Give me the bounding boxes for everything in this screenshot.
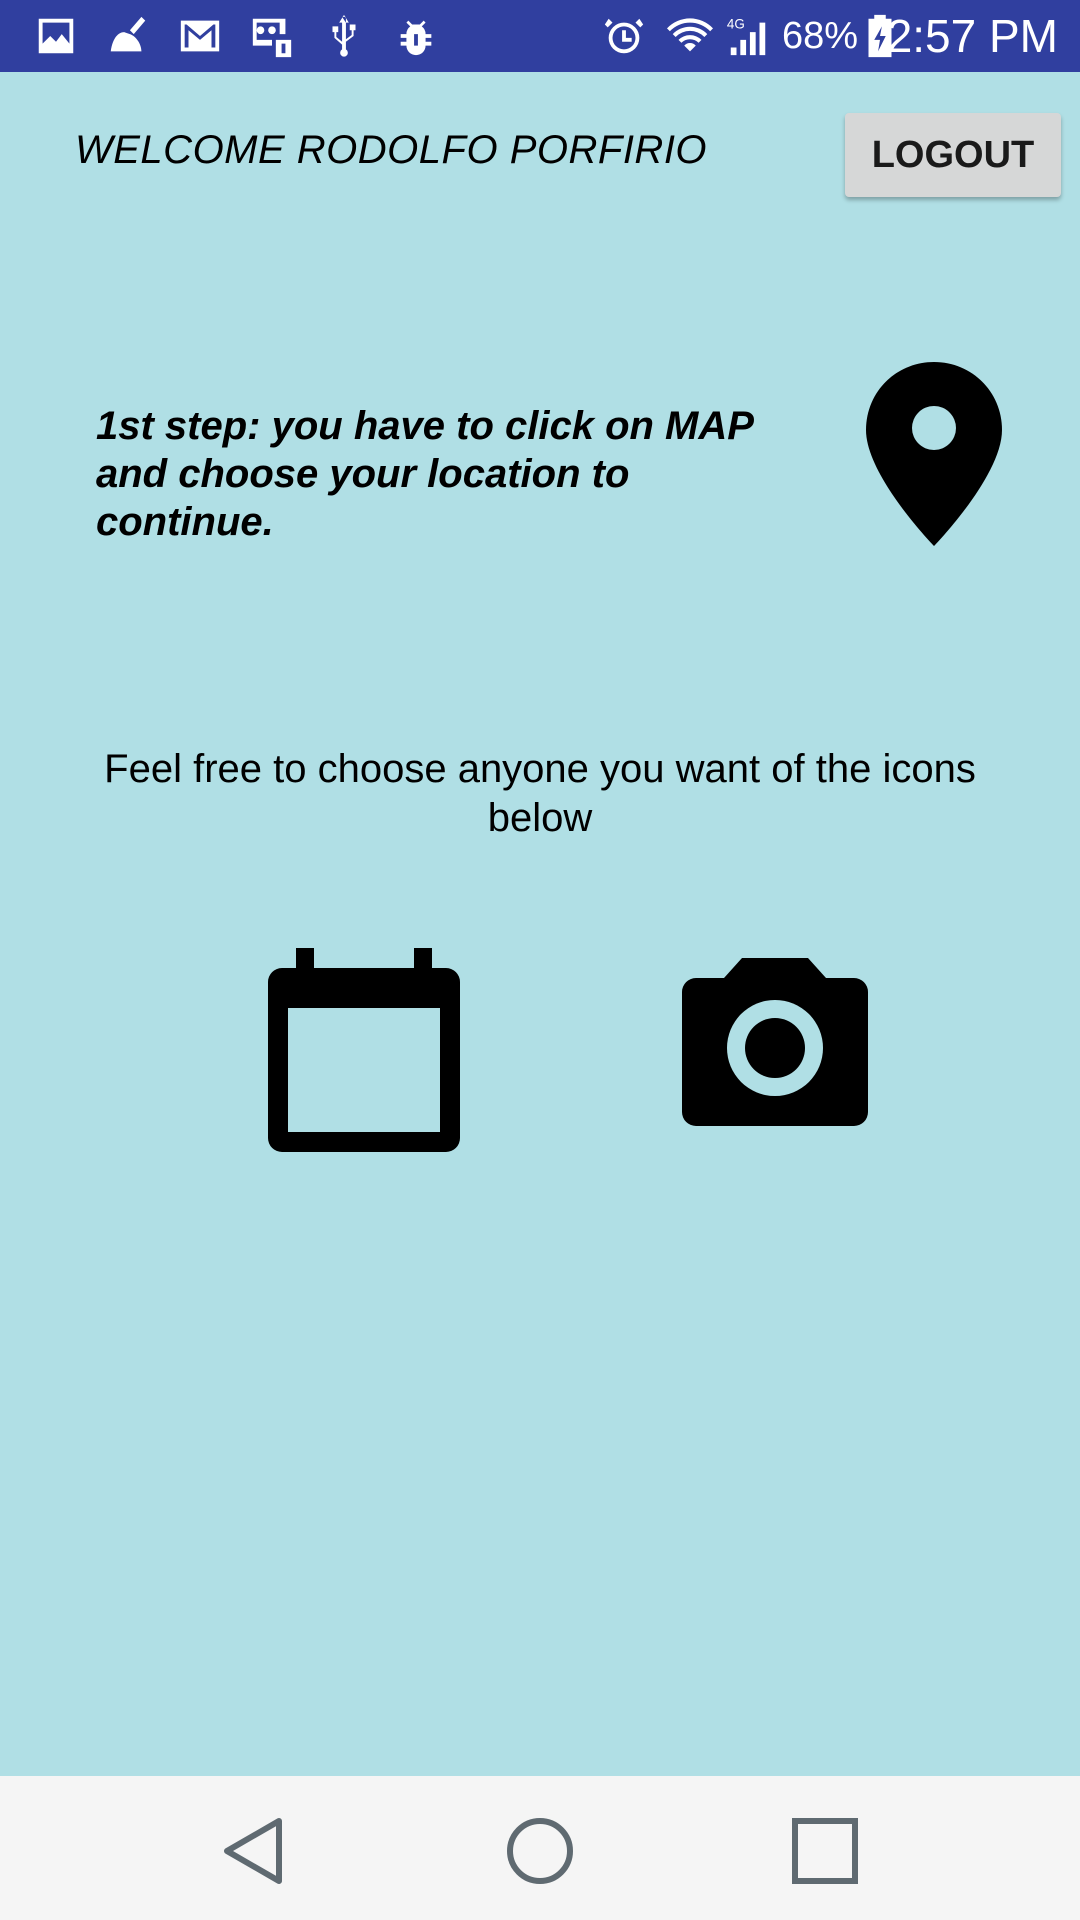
signal-4g-icon: 4G xyxy=(722,10,774,62)
broom-icon xyxy=(102,10,154,62)
back-triangle-icon xyxy=(224,1818,282,1884)
calendar-icon[interactable] xyxy=(268,948,460,1152)
logout-button[interactable]: LOGOUT xyxy=(845,113,1061,197)
clock: 2:57 PM xyxy=(886,10,1058,62)
network-label: 4G xyxy=(727,16,745,31)
gmail-icon xyxy=(174,10,226,62)
battery-percent: 68% xyxy=(782,15,859,57)
camera-icon[interactable] xyxy=(682,958,868,1126)
navigation-bar xyxy=(0,1776,1080,1920)
location-pin-icon[interactable] xyxy=(866,362,1002,546)
step-instruction: 1st step: you have to click on MAP and c… xyxy=(96,402,816,546)
welcome-text: WELCOME RODOLFO PORFIRIO xyxy=(75,128,708,172)
choose-text: Feel free to choose anyone you want of t… xyxy=(104,747,976,840)
back-button[interactable] xyxy=(212,1806,302,1896)
home-circle-icon xyxy=(507,1818,573,1884)
home-button[interactable] xyxy=(495,1806,585,1896)
usb-icon xyxy=(318,10,370,62)
step-line-1: 1st step: you have to click on MAP xyxy=(96,404,754,448)
step-line-2: and choose your location to continue. xyxy=(96,452,630,544)
gallery-icon xyxy=(30,10,82,62)
recents-square-icon xyxy=(792,1818,858,1884)
status-bar: 4G 68% 2:57 PM xyxy=(0,0,1080,72)
bug-icon xyxy=(390,10,442,62)
voicemail-icon xyxy=(246,10,298,62)
alarm-icon xyxy=(598,10,650,62)
recents-button[interactable] xyxy=(780,1806,870,1896)
wifi-icon xyxy=(664,10,716,62)
